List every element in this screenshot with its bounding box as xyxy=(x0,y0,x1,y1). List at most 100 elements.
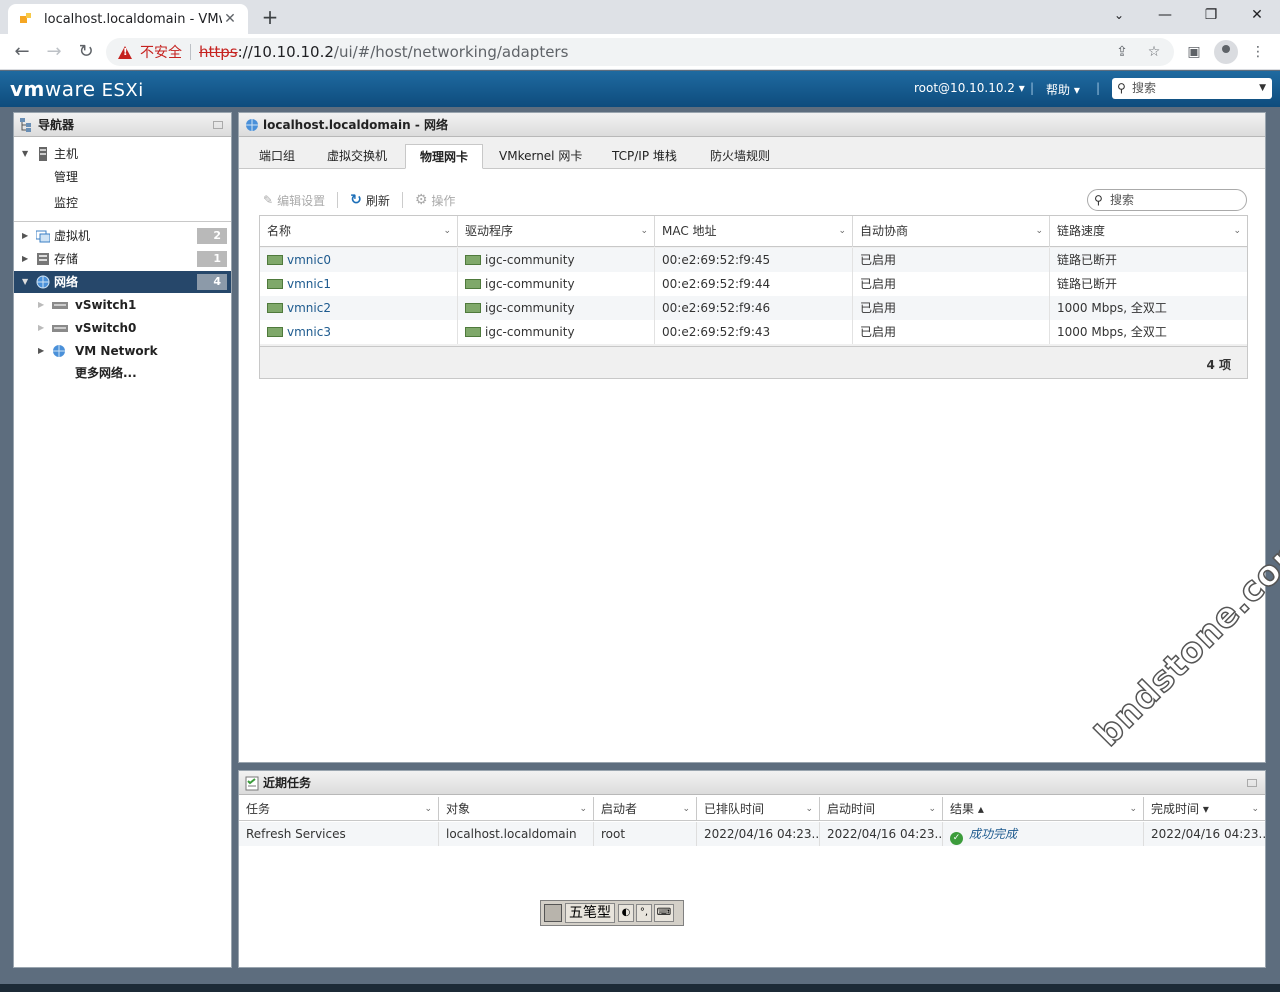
collapse-panel-icon[interactable] xyxy=(1247,779,1257,787)
help-menu[interactable]: 帮助 ▾ xyxy=(1046,81,1080,98)
table-row[interactable]: vmnic1 igc-community 00:e2:69:52:f9:44 已… xyxy=(260,272,1247,296)
forward-icon[interactable]: → xyxy=(42,40,66,64)
chevron-down-icon[interactable]: ⌄ xyxy=(443,216,451,247)
edit-settings-label: 编辑设置 xyxy=(277,193,326,208)
ime-halfwidth-icon[interactable]: ◐ xyxy=(618,904,634,922)
recent-tasks-header: 近期任务 xyxy=(239,771,1265,795)
ime-punctuation-icon[interactable]: °, xyxy=(636,904,652,922)
chevron-down-icon[interactable]: ⌄ xyxy=(1251,797,1259,821)
chevron-down-icon[interactable]: ⌄ xyxy=(579,797,587,821)
nav-item-vswitch1[interactable]: ▶ vSwitch1 xyxy=(14,294,231,316)
column-header-initiator[interactable]: 启动者 ⌄ xyxy=(594,797,697,821)
search-icon: ⚲ xyxy=(1094,193,1103,207)
tab-port-groups[interactable]: 端口组 xyxy=(245,144,309,169)
tab-vmkernel-nics[interactable]: VMkernel 网卡 xyxy=(485,144,596,169)
nav-item-vms[interactable]: ▶ 虚拟机 2 xyxy=(14,225,231,247)
tab-firewall-rules[interactable]: 防火墙规则 xyxy=(696,144,784,169)
nic-name-cell[interactable]: vmnic3 xyxy=(260,320,458,344)
actions-button[interactable]: ⚙ 操作 xyxy=(415,192,456,209)
chevron-down-icon[interactable]: ⌄ xyxy=(805,797,813,821)
nic-name: vmnic3 xyxy=(287,325,331,339)
chevron-down-icon[interactable]: ⌄ xyxy=(424,797,432,821)
ime-logo-icon[interactable] xyxy=(544,904,562,922)
collapse-icon[interactable]: ▼ xyxy=(22,271,28,293)
column-header-result[interactable]: 结果 ▴ ⌄ xyxy=(943,797,1144,821)
column-header-completed[interactable]: 完成时间 ▾ ⌄ xyxy=(1144,797,1265,821)
expand-icon[interactable]: ▶ xyxy=(38,340,44,362)
close-window-button[interactable]: ✕ xyxy=(1234,4,1280,28)
expand-icon[interactable]: ▼ xyxy=(22,143,28,165)
nav-item-vm-network[interactable]: ▶ VM Network xyxy=(14,340,231,362)
nav-item-storage[interactable]: ▶ 存储 1 xyxy=(14,248,231,270)
column-header-autoneg[interactable]: 自动协商 ⌄ xyxy=(853,216,1050,247)
nav-item-host[interactable]: ▼ 主机 xyxy=(14,143,231,165)
column-header-target[interactable]: 对象 ⌄ xyxy=(439,797,594,821)
header-search-input[interactable]: ⚲ 搜索 ▼ xyxy=(1112,78,1272,99)
expand-icon[interactable]: ▶ xyxy=(22,248,28,270)
expand-icon[interactable]: ▶ xyxy=(38,317,44,339)
nav-item-networking[interactable]: ▼ 网络 4 xyxy=(14,271,231,293)
chevron-down-icon[interactable]: ⌄ xyxy=(1233,216,1241,247)
chevron-down-icon[interactable]: ⌄ xyxy=(1129,797,1137,821)
expand-icon[interactable]: ▶ xyxy=(38,294,44,316)
bookmark-star-icon[interactable]: ☆ xyxy=(1144,42,1164,62)
url-omnibox[interactable]: 不安全 https ://10.10.10.2 /ui/#/host/netwo… xyxy=(106,38,1174,66)
column-header-name[interactable]: 名称 ⌄ xyxy=(260,216,458,247)
tab-virtual-switches[interactable]: 虚拟交换机 xyxy=(313,144,401,169)
ime-toolbar[interactable]: 五笔型 ◐ °, ⌨ xyxy=(540,900,684,926)
nav-item-monitor[interactable]: 监控 xyxy=(14,192,231,214)
security-label[interactable]: 不安全 xyxy=(140,42,182,62)
reload-icon[interactable]: ↻ xyxy=(74,40,98,64)
task-row[interactable]: Refresh Services localhost.localdomain r… xyxy=(239,822,1265,846)
ime-mode-label[interactable]: 五笔型 xyxy=(565,903,615,923)
column-header-started[interactable]: 启动时间 ⌄ xyxy=(820,797,943,821)
table-search-input[interactable]: ⚲ 搜索 xyxy=(1087,189,1247,211)
edit-settings-button[interactable]: ✎ 编辑设置 xyxy=(263,192,325,209)
nav-item-vswitch0[interactable]: ▶ vSwitch0 xyxy=(14,317,231,339)
mac-cell: 00:e2:69:52:f9:46 xyxy=(655,296,853,320)
nic-name-cell[interactable]: vmnic1 xyxy=(260,272,458,296)
table-row[interactable]: vmnic0 igc-community 00:e2:69:52:f9:45 已… xyxy=(260,248,1247,272)
profile-avatar[interactable] xyxy=(1214,40,1238,64)
task-result-label[interactable]: 成功完成 xyxy=(969,827,1017,841)
menu-kebab-icon[interactable]: ⋮ xyxy=(1248,42,1268,62)
tab-tcpip-stacks[interactable]: TCP/IP 堆栈 xyxy=(598,144,691,169)
expand-icon[interactable]: ▶ xyxy=(22,225,28,247)
page-title: localhost.localdomain - 网络 xyxy=(263,118,449,132)
collapse-panel-icon[interactable] xyxy=(213,121,223,129)
table-row[interactable]: vmnic3 igc-community 00:e2:69:52:f9:43 已… xyxy=(260,320,1247,344)
column-header-link-speed[interactable]: 链路速度 ⌄ xyxy=(1050,216,1247,247)
success-check-icon: ✓ xyxy=(950,832,963,845)
column-header-driver[interactable]: 驱动程序 ⌄ xyxy=(458,216,655,247)
tab-search-icon[interactable]: ⌄ xyxy=(1096,4,1142,28)
sidebar-icon[interactable]: ▣ xyxy=(1184,42,1204,62)
chevron-down-icon[interactable]: ⌄ xyxy=(640,216,648,247)
share-icon[interactable]: ⇪ xyxy=(1112,42,1132,62)
table-row[interactable]: vmnic2 igc-community 00:e2:69:52:f9:46 已… xyxy=(260,296,1247,320)
browser-tab[interactable]: localhost.localdomain - VMware ✕ xyxy=(8,4,248,34)
back-icon[interactable]: ← xyxy=(10,40,34,64)
refresh-button[interactable]: ↻ 刷新 xyxy=(350,192,390,209)
minimize-button[interactable]: — xyxy=(1142,4,1188,28)
nic-name-cell[interactable]: vmnic0 xyxy=(260,248,458,272)
nav-item-manage[interactable]: 管理 xyxy=(14,166,231,188)
driver-cell: igc-community xyxy=(458,248,655,272)
column-header-mac[interactable]: MAC 地址 ⌄ xyxy=(655,216,853,247)
new-tab-button[interactable]: + xyxy=(258,6,282,30)
nic-name-cell[interactable]: vmnic2 xyxy=(260,296,458,320)
chevron-down-icon[interactable]: ⌄ xyxy=(838,216,846,247)
driver-cell: igc-community xyxy=(458,272,655,296)
tab-close-icon[interactable]: ✕ xyxy=(222,11,238,27)
chevron-down-icon[interactable]: ▼ xyxy=(1259,78,1266,99)
chevron-down-icon[interactable]: ⌄ xyxy=(682,797,690,821)
column-header-task[interactable]: 任务 ⌄ xyxy=(239,797,439,821)
chevron-down-icon[interactable]: ⌄ xyxy=(928,797,936,821)
tab-physical-nics[interactable]: 物理网卡 xyxy=(405,144,484,169)
maximize-button[interactable]: ❐ xyxy=(1188,4,1234,28)
chevron-down-icon[interactable]: ⌄ xyxy=(1035,216,1043,247)
nav-item-more-networks[interactable]: 更多网络... xyxy=(14,362,231,384)
column-header-queued[interactable]: 已排队时间 ⌄ xyxy=(697,797,820,821)
header-divider: | xyxy=(1030,81,1035,95)
user-menu[interactable]: root@10.10.10.2 ▾ xyxy=(914,81,1025,95)
ime-keyboard-icon[interactable]: ⌨ xyxy=(654,904,674,922)
